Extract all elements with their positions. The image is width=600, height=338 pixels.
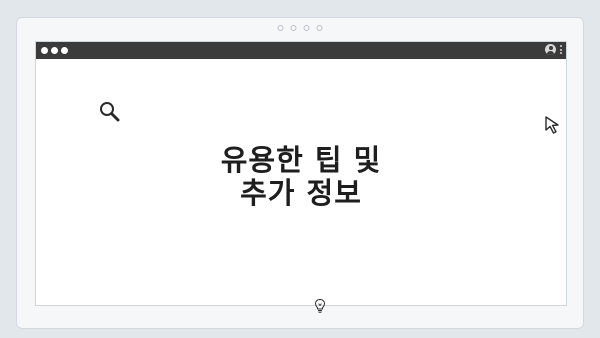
mouse-pointer-icon [545, 116, 559, 134]
kebab-dot [560, 48, 562, 51]
title-line-2: 추가 정보 [240, 176, 362, 210]
window-titlebar [36, 42, 566, 59]
kebab-menu-icon[interactable] [560, 45, 562, 54]
maximize-dot-icon[interactable] [61, 47, 68, 54]
page-title: 유용한 팁 및 추가 정보 [36, 144, 566, 210]
minimize-dot-icon[interactable] [51, 47, 58, 54]
user-icon[interactable] [545, 44, 556, 55]
window-controls [41, 47, 68, 54]
search-icon [100, 102, 120, 122]
kebab-dot [560, 52, 562, 54]
frame-dot [303, 25, 310, 31]
kebab-dot [560, 45, 562, 47]
close-dot-icon[interactable] [41, 47, 48, 54]
frame-top-dots [277, 25, 323, 31]
titlebar-actions [545, 44, 562, 55]
browser-frame: 유용한 팁 및 추가 정보 [16, 17, 584, 329]
app-window: 유용한 팁 및 추가 정보 [35, 41, 567, 313]
frame-dot [316, 25, 323, 31]
title-line-1: 유용한 팁 및 [220, 143, 382, 177]
lightbulb-icon [314, 298, 326, 313]
frame-dot [277, 25, 284, 31]
frame-dot [290, 25, 297, 31]
